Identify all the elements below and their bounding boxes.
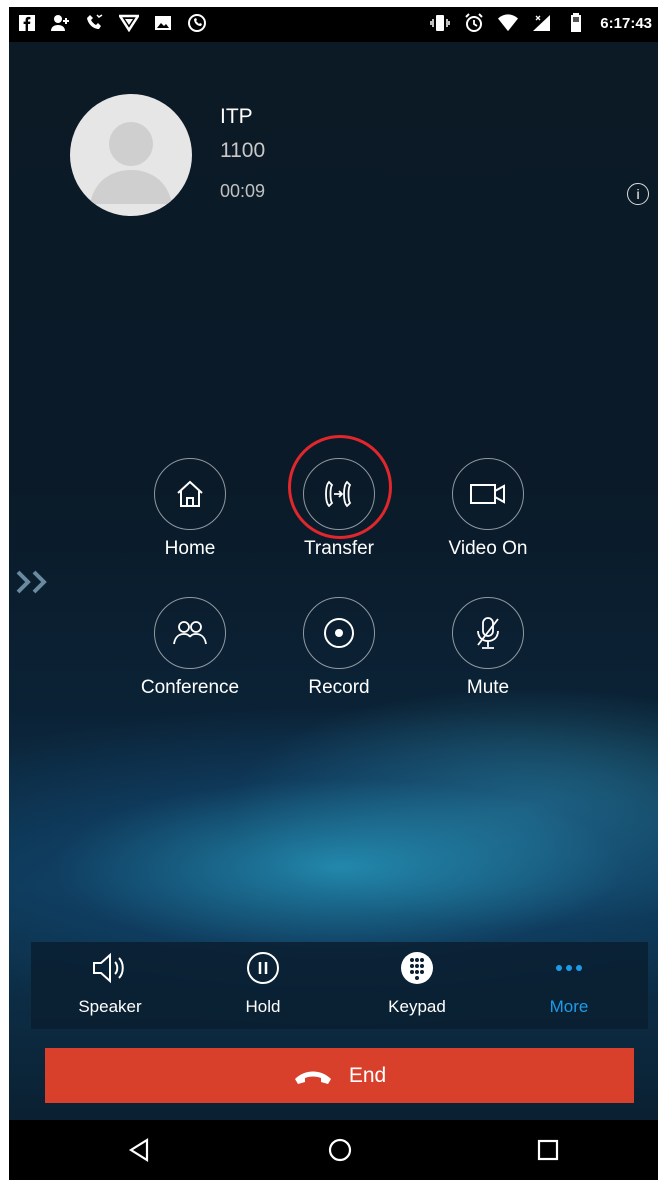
info-icon[interactable]: i — [627, 183, 649, 205]
speaker-button[interactable]: Speaker — [50, 950, 170, 1017]
battery-icon — [566, 13, 586, 33]
record-button[interactable] — [303, 597, 375, 669]
image-icon — [153, 13, 173, 33]
wifi-icon — [498, 13, 519, 33]
pause-icon — [247, 952, 279, 984]
speaker-icon — [93, 952, 124, 984]
hangup-icon — [294, 1071, 331, 1084]
caller-number: 1100 — [220, 139, 266, 162]
keypad-label: Keypad — [388, 997, 446, 1016]
back-icon — [128, 1138, 149, 1162]
hold-button[interactable]: Hold — [203, 950, 323, 1017]
keypad-button[interactable]: Keypad — [357, 950, 477, 1017]
speaker-label: Speaker — [78, 997, 142, 1016]
conference-label: Conference — [140, 677, 240, 698]
alarm-icon — [464, 13, 484, 33]
end-call-label: End — [348, 1063, 387, 1087]
hold-label: Hold — [245, 997, 281, 1016]
mute-label: Mute — [466, 677, 510, 698]
clock: 6:17:43 — [600, 14, 652, 32]
video-icon — [470, 484, 505, 504]
video-action[interactable]: Video On — [408, 458, 568, 560]
highlight-annotation — [288, 435, 392, 539]
conference-icon — [173, 621, 207, 645]
record-label: Record — [308, 677, 370, 698]
phone-screen: 6:17:43 ITP 1100 00:09 i Home Transfer V… — [9, 7, 658, 1180]
call-duration: 00:09 — [220, 181, 266, 201]
video-button[interactable] — [452, 458, 524, 530]
back-button[interactable] — [124, 1135, 154, 1165]
recents-icon — [537, 1139, 559, 1161]
home-action[interactable]: Home — [110, 458, 270, 560]
home-icon — [177, 480, 203, 507]
vibrate-icon — [430, 13, 451, 33]
more-icon — [556, 965, 582, 971]
video-label: Video On — [448, 538, 528, 559]
home-nav-button[interactable] — [325, 1135, 355, 1165]
transfer-label: Transfer — [303, 538, 375, 559]
more-label: More — [549, 997, 589, 1016]
notification-icons — [17, 13, 207, 33]
keypad-icon — [401, 952, 433, 984]
caller-name: ITP — [220, 105, 253, 128]
caller-avatar — [70, 94, 192, 216]
whatsapp-icon — [187, 13, 207, 33]
conference-action[interactable]: Conference — [110, 597, 270, 699]
record-action[interactable]: Record — [259, 597, 419, 699]
call-control-bar: Speaker Hold Keypad More — [31, 942, 648, 1029]
home-circle-icon — [328, 1138, 352, 1162]
navigation-bar — [9, 1120, 658, 1180]
signal-icon — [532, 13, 552, 33]
conference-button[interactable] — [154, 597, 226, 669]
record-icon — [324, 618, 354, 648]
mute-icon — [477, 617, 499, 649]
home-label: Home — [164, 538, 216, 559]
mute-button[interactable] — [452, 597, 524, 669]
system-status-icons: 6:17:43 — [430, 13, 652, 33]
status-bar: 6:17:43 — [9, 7, 658, 42]
call-icon — [85, 13, 105, 33]
person-icon — [90, 122, 172, 204]
home-button[interactable] — [154, 458, 226, 530]
vpn-icon — [119, 13, 139, 33]
more-button[interactable]: More — [509, 950, 629, 1017]
facebook-icon — [17, 13, 37, 33]
expand-panel-icon[interactable] — [14, 568, 60, 601]
add-contact-icon — [51, 13, 71, 33]
recents-button[interactable] — [533, 1135, 563, 1165]
mute-action[interactable]: Mute — [408, 597, 568, 699]
end-call-button[interactable]: End — [45, 1048, 634, 1103]
